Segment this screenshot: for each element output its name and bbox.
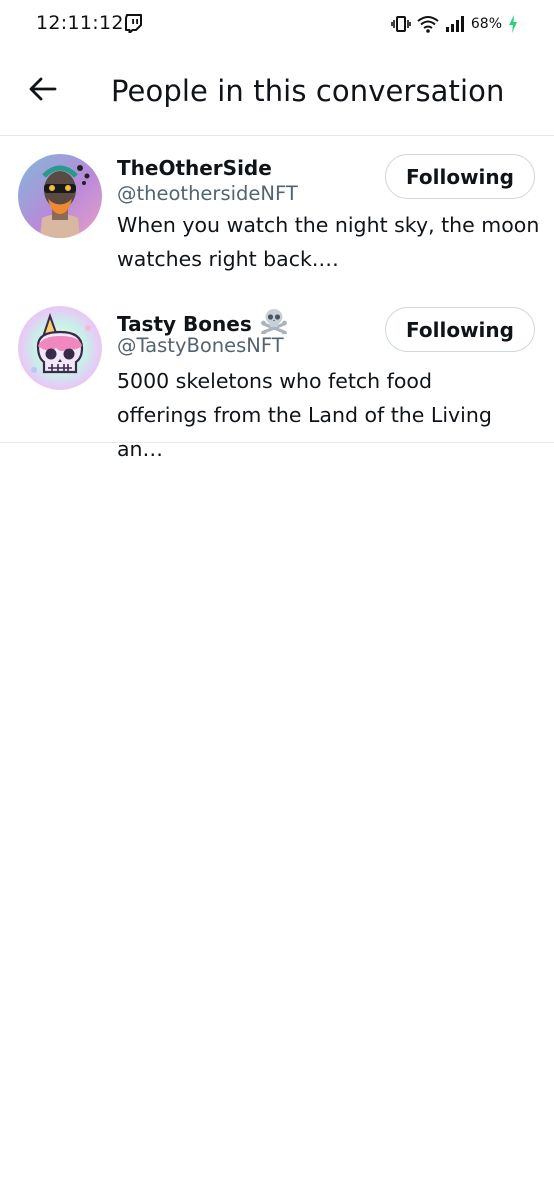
vibrate-icon (391, 15, 411, 33)
user-name[interactable]: TheOtherSide (117, 156, 272, 180)
bio-line: 5000 skeletons who fetch food (117, 369, 432, 393)
user-name-text[interactable]: Tasty Bones (117, 312, 252, 336)
back-button[interactable] (22, 70, 64, 112)
user-row[interactable]: Tasty Bones @TastyBonesNFT 5000 skeleton… (0, 288, 554, 461)
user-handle: @theothersideNFT (117, 182, 298, 205)
status-icons: 68% (391, 13, 518, 35)
status-time: 12:11:12 (36, 12, 124, 34)
wifi-icon (417, 15, 439, 33)
user-handle: @TastyBonesNFT (117, 334, 284, 357)
avatar[interactable] (18, 154, 102, 238)
signal-icon (445, 15, 465, 33)
arrow-left-icon (29, 77, 57, 105)
battery-percent: 68% (470, 16, 502, 32)
page-title: People in this conversation (111, 74, 505, 108)
bio-line: When you watch the night sky, the moon (117, 213, 540, 237)
bio-line: watches right back.… (117, 247, 339, 271)
header: People in this conversation (0, 48, 554, 136)
following-button[interactable]: Following (385, 307, 535, 352)
status-bar: 12:11:12 68% (0, 0, 554, 48)
user-bio: 5000 skeletons who fetch food offerings … (117, 364, 541, 466)
user-name-text[interactable]: TheOtherSide (117, 156, 272, 180)
user-row[interactable]: TheOtherSide @theothersideNFT When you w… (0, 136, 554, 288)
list-divider (0, 442, 554, 443)
avatar[interactable] (18, 306, 102, 390)
bio-line: offerings from the Land of the Living an… (117, 403, 492, 461)
twitch-icon (125, 14, 142, 34)
user-bio: When you watch the night sky, the moon w… (117, 208, 541, 276)
battery-charging-icon (508, 15, 518, 33)
following-button[interactable]: Following (385, 154, 535, 199)
